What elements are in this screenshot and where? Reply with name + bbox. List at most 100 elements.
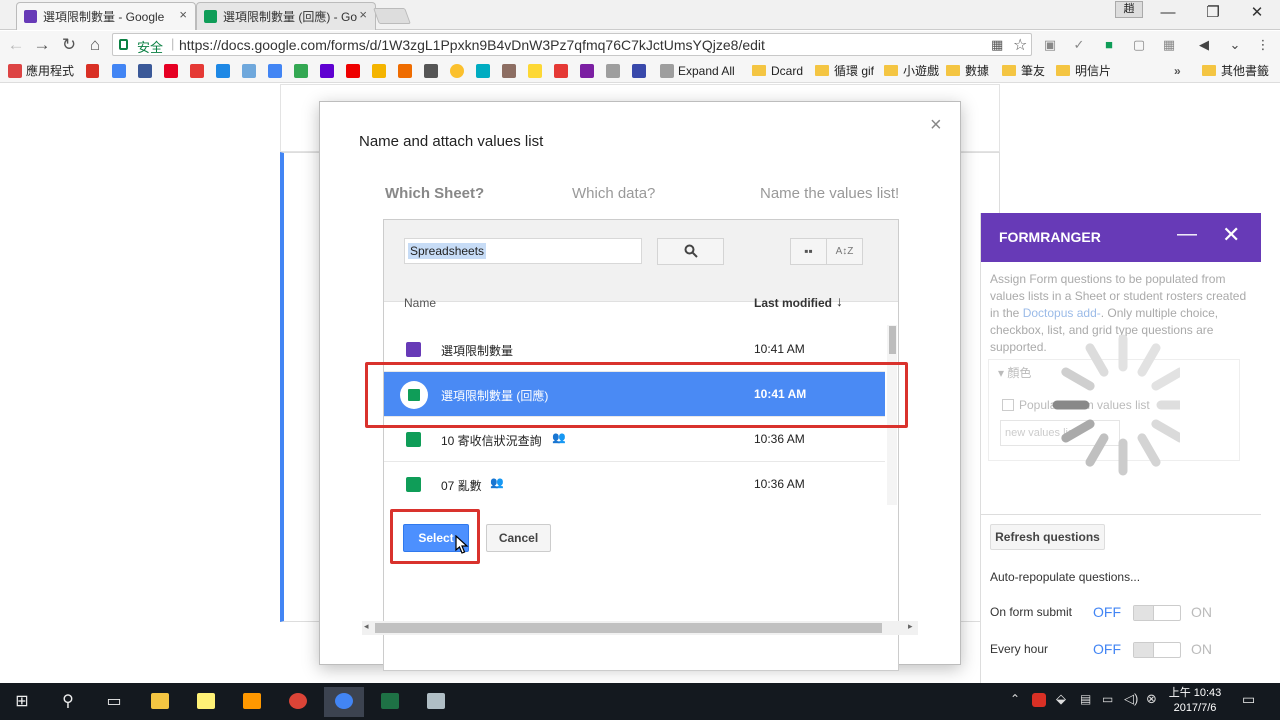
maps-icon[interactable] <box>294 64 308 78</box>
google-icon[interactable] <box>112 64 126 78</box>
bookmark-folder[interactable]: 筆友 <box>1002 62 1045 80</box>
bookmark-expand-all[interactable]: Expand All <box>660 62 735 80</box>
task-view-icon[interactable]: ▭ <box>94 687 134 717</box>
pinterest-icon[interactable] <box>164 64 178 78</box>
home-icon[interactable]: ⌂ <box>84 34 106 56</box>
toggle-knob[interactable] <box>1134 606 1154 620</box>
facebook-icon[interactable] <box>138 64 152 78</box>
reload-icon[interactable]: ↻ <box>58 34 80 56</box>
step-which-sheet[interactable]: Which Sheet? <box>385 185 484 202</box>
chevron-right-icon[interactable]: » <box>1174 62 1181 80</box>
system-clock[interactable]: 上午 10:43 2017/7/6 <box>1160 686 1230 716</box>
wikipedia-icon[interactable] <box>606 64 620 78</box>
search-icon[interactable]: ⚲ <box>48 687 88 717</box>
close-tab-icon[interactable]: × <box>359 7 367 22</box>
bookmark-folder[interactable]: 小遊戲 <box>884 62 939 80</box>
excel-icon[interactable] <box>370 687 410 717</box>
chrome-icon[interactable] <box>278 687 318 717</box>
close-icon[interactable]: × <box>930 114 942 137</box>
search-input[interactable]: Spreadsheets <box>404 238 642 264</box>
bookmark-other[interactable]: 其他書籤 <box>1202 62 1269 80</box>
close-icon[interactable]: ✕ <box>1222 222 1240 248</box>
extension-icon[interactable]: ▦ <box>1160 36 1178 54</box>
refresh-questions-button[interactable]: Refresh questions <box>990 524 1105 550</box>
every-hour-toggle[interactable] <box>1133 642 1181 658</box>
keyboard-icon[interactable]: ▤ <box>1080 692 1091 706</box>
star-icon[interactable] <box>632 64 646 78</box>
minimize-icon[interactable]: — <box>1177 223 1197 246</box>
yahoo-icon[interactable] <box>320 64 334 78</box>
translate-icon[interactable] <box>268 64 282 78</box>
search-button[interactable] <box>657 238 724 265</box>
arrow-left-icon[interactable]: ◂ <box>364 621 369 632</box>
bookmark-folder[interactable]: 循環 gif <box>815 62 874 80</box>
cancel-button[interactable]: Cancel <box>486 524 551 552</box>
close-tab-icon[interactable]: × <box>179 7 187 22</box>
bookmark-icon[interactable] <box>476 64 490 78</box>
user-badge[interactable]: 趙 <box>1115 1 1143 18</box>
forward-icon[interactable]: → <box>31 34 53 56</box>
dropbox-icon[interactable]: ⬙ <box>1056 691 1066 707</box>
tab-responses[interactable]: 選項限制數量 (回應) - Go × <box>196 2 376 30</box>
sticky-notes-icon[interactable] <box>186 687 226 717</box>
extension-icon[interactable]: ▢ <box>1130 36 1148 54</box>
gmail-tray-icon[interactable] <box>1032 693 1046 707</box>
bookmark-icon[interactable] <box>502 64 516 78</box>
file-explorer-icon[interactable] <box>140 687 180 717</box>
on-form-submit-toggle[interactable] <box>1133 605 1181 621</box>
youtube-icon[interactable] <box>346 64 360 78</box>
sort-button[interactable]: A↕Z <box>827 238 863 265</box>
column-header-modified[interactable]: Last modified <box>754 296 832 310</box>
chevron-down-icon[interactable]: ⌄ <box>1226 36 1244 54</box>
grid-view-button[interactable]: ▪▪ <box>790 238 827 265</box>
url-text[interactable]: https://docs.google.com/forms/d/1W3zgL1P… <box>179 37 765 53</box>
bookmark-apps[interactable]: 應用程式 <box>8 62 74 80</box>
mail-icon[interactable] <box>242 64 256 78</box>
notifications-icon[interactable]: ▭ <box>1242 691 1255 708</box>
minimize-icon[interactable]: — <box>1145 0 1191 28</box>
chrome-active-icon[interactable] <box>324 687 364 717</box>
network-icon[interactable]: ▭ <box>1102 692 1113 706</box>
scrollbar-thumb[interactable] <box>375 623 882 633</box>
address-bar[interactable]: 安全 | https://docs.google.com/forms/d/1W3… <box>112 33 1032 56</box>
new-tab-button[interactable] <box>373 8 411 24</box>
bookmark-icon[interactable] <box>450 64 464 78</box>
doctopus-link[interactable]: Doctopus add- <box>1023 306 1101 320</box>
bookmark-icon[interactable] <box>372 64 386 78</box>
column-header-name[interactable]: Name <box>404 296 436 310</box>
media-player-icon[interactable] <box>232 687 272 717</box>
check-icon[interactable]: ✓ <box>1070 36 1088 54</box>
arrow-right-icon[interactable]: ▸ <box>908 621 913 632</box>
bookmark-icon[interactable] <box>580 64 594 78</box>
step-which-data[interactable]: Which data? <box>572 185 655 202</box>
windows-start-icon[interactable]: ⊞ <box>2 687 42 717</box>
question-label[interactable]: ▾ 顏色 <box>998 364 1031 381</box>
bookmark-icon[interactable] <box>528 64 542 78</box>
restore-icon[interactable]: ❐ <box>1190 0 1236 28</box>
qr-code-icon[interactable]: ▦ <box>991 37 1003 53</box>
toggle-knob[interactable] <box>1134 643 1154 657</box>
step-name-list[interactable]: Name the values list! <box>760 185 899 202</box>
extension-icon[interactable]: ▣ <box>1041 36 1059 54</box>
bookmark-folder[interactable]: Dcard <box>752 62 803 80</box>
extension-icon[interactable]: ■ <box>1100 36 1118 54</box>
bookmark-icon[interactable] <box>216 64 230 78</box>
flipboard-icon[interactable] <box>190 64 204 78</box>
populate-checkbox[interactable] <box>1002 399 1014 411</box>
bookmark-icon[interactable] <box>424 64 438 78</box>
scrollbar-thumb[interactable] <box>889 326 896 354</box>
list-item[interactable]: 07 亂數 👥 10:36 AM <box>384 462 885 507</box>
close-window-icon[interactable]: ✕ <box>1234 0 1280 28</box>
tab-form[interactable]: 選項限制數量 - Google × <box>16 2 196 30</box>
back-icon[interactable]: ← <box>5 34 27 56</box>
gmail-icon[interactable] <box>86 64 99 78</box>
close-icon[interactable]: ⊗ <box>1146 691 1157 707</box>
bookmark-folder[interactable]: 數據 <box>946 62 989 80</box>
menu-icon[interactable]: ⋮ <box>1254 36 1272 54</box>
star-icon[interactable]: ☆ <box>1013 35 1027 55</box>
bookmark-icon[interactable] <box>398 64 412 78</box>
bookmark-folder[interactable]: 明信片 <box>1056 62 1111 80</box>
speaker-icon[interactable]: ◀ <box>1195 36 1213 54</box>
bookmark-icon[interactable] <box>554 64 568 78</box>
chevron-up-icon[interactable]: ⌃ <box>1010 692 1020 706</box>
